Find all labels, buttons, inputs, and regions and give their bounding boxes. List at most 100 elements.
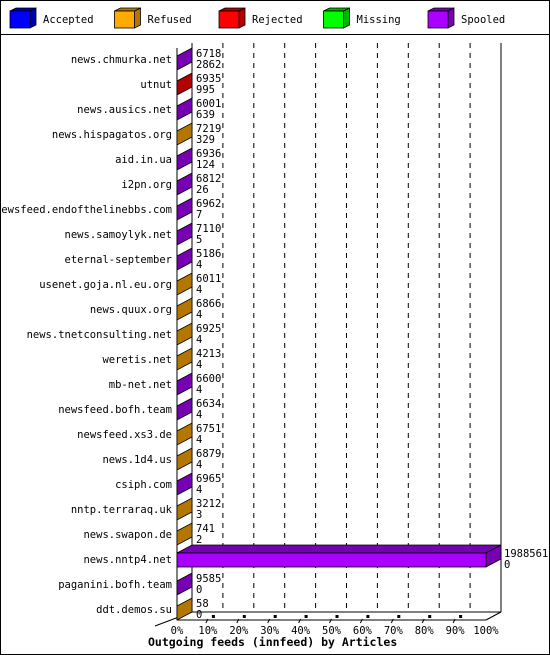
bar-side	[176, 222, 193, 246]
value-label-accepted: 329	[196, 134, 215, 146]
category-label: news.swapon.de	[83, 529, 172, 541]
category-label: usenet.goja.nl.eu.org	[39, 279, 172, 291]
bar-side	[176, 197, 193, 221]
value-label-accepted: 4	[196, 284, 202, 296]
tick-marker	[335, 615, 339, 618]
category-label: newsfeed.xs3.de	[77, 429, 172, 441]
bar-side	[176, 322, 193, 346]
bar-newsfeed.bofh.team	[176, 397, 193, 421]
bar-news.samoylyk.net	[176, 222, 193, 246]
bar-side	[176, 272, 193, 296]
bar-side	[176, 47, 193, 71]
category-label: utnut	[140, 79, 172, 91]
bar-usenet.goja.nl.eu.org	[176, 272, 193, 296]
legend-label: Rejected	[252, 14, 303, 26]
value-label-accepted: 0	[196, 609, 202, 621]
bar-side	[176, 172, 193, 196]
bar-side	[176, 447, 193, 471]
tick-label: 100%	[473, 625, 499, 637]
bar-side	[176, 72, 193, 96]
bar-news.quux.org	[176, 297, 193, 321]
category-label: aid.in.ua	[115, 154, 172, 166]
bar-eternal-september	[176, 247, 193, 271]
legend-swatch	[114, 10, 135, 29]
legend-label: Refused	[148, 14, 192, 26]
legend: Accepted Refused Rejected Missing Spooled	[9, 7, 505, 29]
bar-side	[176, 472, 193, 496]
legend-item-spooled: Spooled	[427, 7, 505, 29]
value-label-accepted: 0	[196, 584, 202, 596]
legend-swatch-side	[447, 7, 455, 29]
legend-swatch	[9, 10, 31, 29]
bar-news.1d4.us	[176, 447, 193, 471]
bar-side	[176, 147, 193, 171]
bar-side	[176, 522, 193, 546]
category-labels: news.chmurka.net utnut news.ausics.net news…	[0, 54, 173, 616]
legend-swatch	[427, 10, 449, 29]
bar-side	[176, 297, 193, 321]
value-label-accepted: 5	[196, 234, 202, 246]
value-label-accepted: 639	[196, 109, 215, 121]
value-label-accepted: 0	[504, 559, 510, 571]
value-label-accepted: 2	[196, 534, 202, 546]
value-labels: 6718286269359956001639721932969361246812…	[196, 48, 548, 621]
bar-news.ausics.net	[176, 97, 193, 121]
tick-marker	[211, 615, 215, 618]
category-label: news.samoylyk.net	[65, 229, 172, 241]
category-label: eternal-september	[65, 254, 172, 266]
legend-swatch-side	[134, 7, 141, 29]
value-label-accepted: 2862	[196, 59, 221, 71]
category-label: csiph.com	[115, 479, 172, 491]
legend-item-rejected: Rejected	[218, 7, 303, 29]
bar-csiph.com	[176, 472, 193, 496]
bar-side	[176, 597, 193, 621]
value-label-accepted: 26	[196, 184, 209, 196]
value-label-accepted: 4	[196, 434, 202, 446]
value-label-accepted: 4	[196, 459, 202, 471]
category-label: newsfeed.endofthelinebbs.com	[0, 204, 172, 216]
tick-marker	[397, 615, 401, 618]
bar-mb-net.net	[176, 372, 193, 396]
bar-side	[176, 372, 193, 396]
tick-label: 80%	[415, 625, 435, 637]
value-label-accepted: 4	[196, 334, 202, 346]
bar-side	[176, 497, 193, 521]
bar-side	[176, 97, 193, 121]
value-label-accepted: 7	[196, 209, 202, 221]
legend-swatch	[218, 10, 240, 29]
bar-news.chmurka.net	[176, 47, 193, 71]
legend-item-refused: Refused	[114, 7, 192, 29]
tick-marker	[273, 615, 277, 618]
category-label: paganini.bofh.team	[58, 579, 172, 591]
bar-news.hispagatos.org	[176, 122, 193, 146]
floor-right-edge	[485, 611, 502, 621]
tick-label: 90%	[446, 625, 466, 637]
bar-utnut	[176, 72, 193, 96]
category-label: news.chmurka.net	[71, 54, 172, 66]
value-label-accepted: 4	[196, 484, 202, 496]
bar-news.swapon.de	[176, 522, 193, 546]
bar-side	[176, 572, 193, 596]
bar-ddt.demos.su	[176, 597, 193, 621]
category-label: news.tnetconsulting.net	[27, 329, 172, 341]
category-label: mb-net.net	[109, 379, 172, 391]
legend-swatch-side	[238, 7, 246, 29]
tick-marker	[366, 615, 370, 618]
value-label-total: 1988561	[504, 548, 548, 560]
legend-swatch	[323, 10, 344, 29]
category-label: nntp.terraraq.uk	[71, 504, 173, 516]
bar-chart: Accepted Refused Rejected Missing Spooled ne…	[0, 7, 548, 649]
bar-paganini.bofh.team	[176, 572, 193, 596]
bar-newsfeed.xs3.de	[176, 422, 193, 446]
chart-title: Outgoing feeds (innfeed) by Articles	[148, 635, 397, 649]
value-label-accepted: 995	[196, 84, 215, 96]
tick-marker	[428, 615, 432, 618]
value-label-accepted: 4	[196, 309, 202, 321]
value-label-accepted: 4	[196, 259, 202, 271]
bar-side	[176, 247, 193, 271]
bar-side	[176, 347, 193, 371]
bars	[176, 47, 502, 621]
bar-newsfeed.endofthelinebbs.com	[176, 197, 193, 221]
value-label-accepted: 3	[196, 509, 202, 521]
legend-label: Spooled	[461, 14, 505, 26]
